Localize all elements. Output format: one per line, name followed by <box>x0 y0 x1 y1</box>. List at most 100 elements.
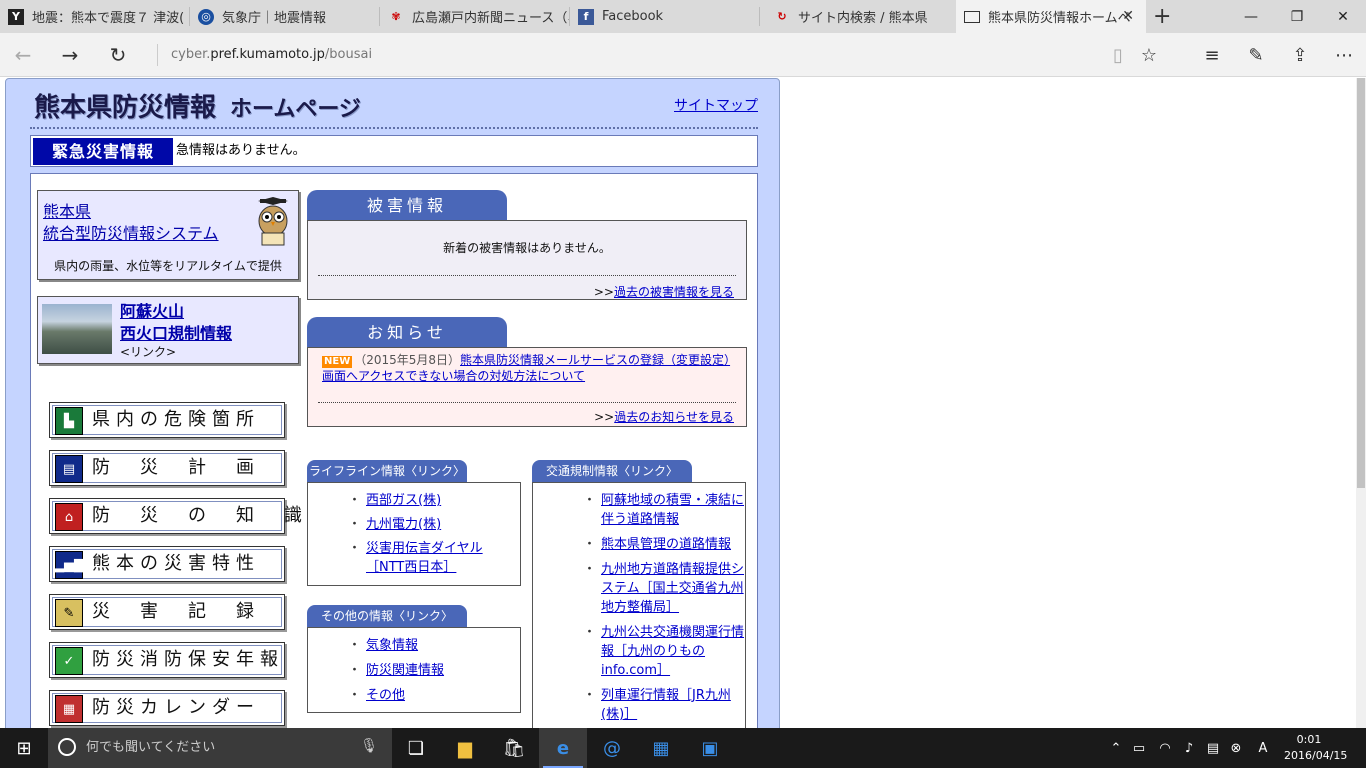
hub-icon[interactable]: ≡ <box>1198 42 1226 68</box>
emergency-label: 緊急災害情報 <box>33 138 173 165</box>
damage-info-box: 新着の被害情報はありません。 >>過去の被害情報を見る <box>307 220 747 300</box>
lifeline-item[interactable]: 九州電力(株) <box>348 515 520 534</box>
bar-chart-icon: ▂▅▇ <box>54 551 84 579</box>
minimize-icon[interactable]: — <box>1228 0 1274 33</box>
notification-icon[interactable]: ▤ <box>1202 728 1224 768</box>
emergency-bar: 緊急災害情報 急情報はありません。 <box>30 135 758 167</box>
favorite-star-icon[interactable]: ☆ <box>1135 42 1163 68</box>
notice-box: NEW （2015年5月8日）熊本県防災情報メールサービスの登録（変更設定）画面へ… <box>307 347 747 427</box>
time: 0:01 <box>1296 733 1322 746</box>
volume-icon[interactable]: ♪ <box>1178 728 1200 768</box>
edge-icon[interactable]: e <box>539 728 587 768</box>
aso-line2[interactable]: 西火口規制情報 <box>120 324 232 343</box>
damage-info-tab: 被害情報 <box>307 190 507 220</box>
tab-facebook[interactable]: f Facebook <box>570 0 760 33</box>
traffic-item[interactable]: 九州公共交通機関運行情報［九州のりもの info.com］ <box>583 623 745 680</box>
share-icon[interactable]: ⇪ <box>1286 42 1314 68</box>
page-icon <box>964 10 980 23</box>
tab-hiroshima-news[interactable]: ✾ 広島瀬戸内新聞ニュース（ネ <box>380 0 570 33</box>
traffic-box: 阿蘇地域の積雪・凍結に伴う道路情報 熊本県管理の道路情報 九州地方道路情報提供シ… <box>532 482 746 728</box>
web-viewport: 熊本県防災情報 ホームページ サイトマップ 緊急災害情報 急情報はありません。 熊… <box>0 78 1366 728</box>
menu-calendar[interactable]: ▦ 防災カレンダー <box>49 690 285 726</box>
owl-mascot-icon <box>258 197 288 246</box>
other-info-box: 気象情報 防災関連情報 その他 <box>307 627 521 713</box>
task-view-icon[interactable]: ❏ <box>392 728 440 768</box>
menu-disaster-plan[interactable]: ▤ 防 災 計 画 <box>49 450 285 486</box>
more-icon[interactable]: ⋯ <box>1330 42 1358 68</box>
past-damage-link[interactable]: >>過去の被害情報を見る <box>594 283 734 300</box>
reading-view-icon[interactable]: ▯ <box>1104 42 1132 68</box>
tab-earthquake-news[interactable]: Y 地震：熊本で震度７ 津波( <box>0 0 190 33</box>
cortana-icon <box>58 738 76 756</box>
address-bar[interactable]: cyber.pref.kumamoto.jp/bousai <box>157 44 372 66</box>
new-tab-icon[interactable]: + <box>1153 4 1171 29</box>
integrated-system-banner[interactable]: 熊本県 統合型防災情報システム 県内の雨量、水位等をリアルタイムで提供 <box>37 190 299 280</box>
aso-volcano-banner[interactable]: 阿蘇火山西火口規制情報 <リンク> <box>37 296 299 364</box>
divider <box>30 127 758 129</box>
mail-icon[interactable]: @ <box>588 728 636 768</box>
aso-line1[interactable]: 阿蘇火山 <box>120 302 184 321</box>
other-info-tab: その他の情報〈リンク〉 <box>307 605 467 627</box>
tab-jma[interactable]: ◎ 気象庁｜地震情報 <box>190 0 380 33</box>
past-notice-link[interactable]: >>過去のお知らせを見る <box>594 408 734 425</box>
ime-icon[interactable]: A <box>1252 728 1274 768</box>
search-placeholder: 何でも聞いてください <box>86 740 216 755</box>
lifeline-item[interactable]: 西部ガス(株) <box>348 491 520 510</box>
map-icon: ▙ <box>55 407 83 435</box>
restore-icon[interactable]: ❐ <box>1274 0 1320 33</box>
kumamoto-icon: ↻ <box>777 10 787 23</box>
windows-start-icon[interactable]: ⊞ <box>0 728 48 768</box>
other-item[interactable]: 防災関連情報 <box>348 661 520 680</box>
calendar-icon: ▦ <box>55 695 83 723</box>
tray-expand-icon[interactable]: ⌃ <box>1106 728 1126 768</box>
system-line2[interactable]: 統合型防災情報システム <box>43 224 219 243</box>
wifi-icon[interactable]: ◠ <box>1154 728 1176 768</box>
lifeline-box: 西部ガス(株) 九州電力(株) 災害用伝言ダイヤル［NTT西日本］ <box>307 482 521 586</box>
web-note-icon[interactable]: ✎ <box>1242 42 1270 68</box>
plan-book-icon: ▤ <box>55 455 83 483</box>
system-line1[interactable]: 熊本県 <box>43 202 91 221</box>
traffic-item[interactable]: 列車運行情報［JR九州(株)］ <box>583 686 745 724</box>
other-item[interactable]: 気象情報 <box>348 636 520 655</box>
clock[interactable]: 0:01 2016/04/15 <box>1284 732 1348 764</box>
traffic-item[interactable]: 九州地方道路情報提供システム［国土交通省九州地方整備局］ <box>583 560 745 617</box>
lifeline-tab: ライフライン情報〈リンク〉 <box>307 460 467 482</box>
menu-disaster-records[interactable]: ✎ 災 害 記 録 <box>49 594 285 630</box>
microphone-icon[interactable]: 🎙 <box>360 738 378 754</box>
cortana-search[interactable]: 何でも聞いてください 🎙 <box>48 728 392 768</box>
menu-annual-report[interactable]: ✓ 防災消防保安年報 <box>49 642 285 678</box>
tab-kumamoto-search[interactable]: ↻ サイト内検索 / 熊本県 <box>766 0 956 33</box>
lifeline-item[interactable]: 災害用伝言ダイヤル［NTT西日本］ <box>348 539 496 577</box>
damage-message: 新着の被害情報はありません。 <box>443 241 611 255</box>
calculator-icon[interactable]: ▦ <box>637 728 685 768</box>
forward-icon[interactable]: → <box>55 41 85 69</box>
taskbar: ⊞ 何でも聞いてください 🎙 ❏ ▆ 🛍 e @ ▦ ▣ ⌃ ▭ ◠ ♪ ▤ ⊗… <box>0 728 1366 768</box>
close-tab-icon[interactable]: ✕ <box>1122 8 1134 24</box>
aso-link-label: <リンク> <box>120 345 177 359</box>
menu-knowledge[interactable]: ⌂ 防 災 の 知 識 <box>49 498 302 534</box>
nav-bar: ← → ↻ cyber.pref.kumamoto.jp/bousai ▯ ☆ … <box>0 33 1366 77</box>
file-explorer-icon[interactable]: ▆ <box>441 728 489 768</box>
close-window-icon[interactable]: ✕ <box>1320 0 1366 33</box>
status-icon[interactable]: ⊗ <box>1226 728 1246 768</box>
house-icon: ⌂ <box>55 503 83 531</box>
battery-icon[interactable]: ▭ <box>1128 728 1150 768</box>
store-icon[interactable]: 🛍 <box>490 728 538 768</box>
sitemap-link[interactable]: サイトマップ <box>674 95 758 115</box>
notice-tab: お知らせ <box>307 317 507 347</box>
vertical-scrollbar[interactable] <box>1356 78 1366 728</box>
menu-disaster-traits[interactable]: ▂▅▇ 熊本の災害特性 <box>49 546 285 582</box>
traffic-item[interactable]: 熊本県管理の道路情報 <box>583 535 745 554</box>
notice-item[interactable]: NEW （2015年5月8日）熊本県防災情報メールサービスの登録（変更設定）画面へ… <box>322 352 732 384</box>
emergency-message: 急情報はありません。 <box>176 143 306 158</box>
tab-bousai-active[interactable]: 熊本県防災情報ホームペ ✕ <box>956 0 1146 33</box>
date: 2016/04/15 <box>1284 749 1348 762</box>
app-icon[interactable]: ▣ <box>686 728 734 768</box>
jma-icon: ◎ <box>198 8 214 25</box>
back-icon[interactable]: ← <box>8 41 38 69</box>
other-item[interactable]: その他 <box>348 686 520 705</box>
menu-danger-spots[interactable]: ▙ 県内の危険箇所 <box>49 402 285 438</box>
traffic-item[interactable]: 阿蘇地域の積雪・凍結に伴う道路情報 <box>583 491 745 529</box>
pen-icon: ✎ <box>55 599 83 627</box>
refresh-icon[interactable]: ↻ <box>103 41 133 69</box>
